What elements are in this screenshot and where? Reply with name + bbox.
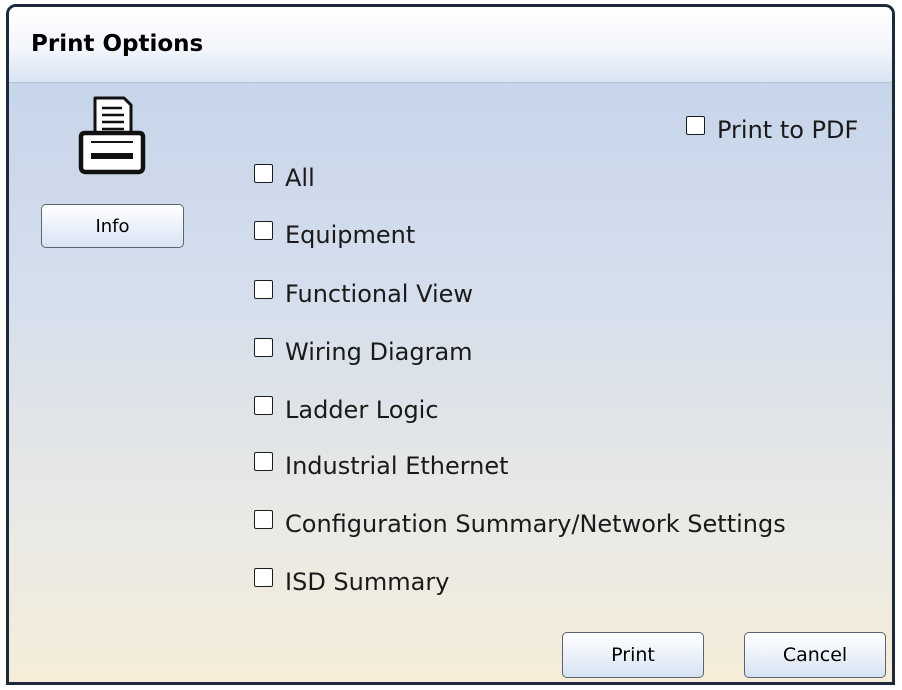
option-label: ISD Summary [285, 568, 450, 596]
option-industrial-ethernet[interactable]: Industrial Ethernet [254, 451, 509, 480]
checkbox-box[interactable] [254, 395, 273, 415]
option-configuration-summary[interactable]: Configuration Summary/Network Settings [254, 509, 786, 538]
dialog-title: Print Options [31, 31, 204, 57]
print-to-pdf-checkbox[interactable]: Print to PDF [686, 115, 859, 144]
option-wiring-diagram[interactable]: Wiring Diagram [254, 337, 473, 366]
option-label: Equipment [285, 221, 416, 249]
checkbox-box[interactable] [254, 163, 273, 183]
print-options-dialog: Print Options Info Print to PDF All Equi… [6, 4, 895, 685]
option-all[interactable]: All [254, 163, 315, 192]
checkbox-box[interactable] [254, 220, 273, 240]
option-label: All [285, 164, 315, 192]
checkbox-box[interactable] [254, 337, 273, 357]
checkbox-box[interactable] [686, 115, 705, 135]
checkbox-box[interactable] [254, 567, 273, 587]
option-isd-summary[interactable]: ISD Summary [254, 567, 450, 596]
info-button[interactable]: Info [41, 204, 184, 248]
title-bar: Print Options [9, 7, 892, 83]
option-label: Wiring Diagram [285, 338, 473, 366]
checkbox-box[interactable] [254, 509, 273, 529]
option-ladder-logic[interactable]: Ladder Logic [254, 395, 439, 424]
option-label: Functional View [285, 280, 474, 308]
cancel-button[interactable]: Cancel [744, 632, 886, 678]
option-label: Ladder Logic [285, 396, 439, 424]
print-button[interactable]: Print [562, 632, 704, 678]
checkbox-box[interactable] [254, 451, 273, 471]
printer-icon [78, 96, 146, 175]
print-to-pdf-label: Print to PDF [717, 116, 859, 144]
option-label: Configuration Summary/Network Settings [285, 510, 786, 538]
option-label: Industrial Ethernet [285, 452, 509, 480]
checkbox-box[interactable] [254, 279, 273, 299]
option-equipment[interactable]: Equipment [254, 220, 416, 249]
option-functional-view[interactable]: Functional View [254, 279, 474, 308]
